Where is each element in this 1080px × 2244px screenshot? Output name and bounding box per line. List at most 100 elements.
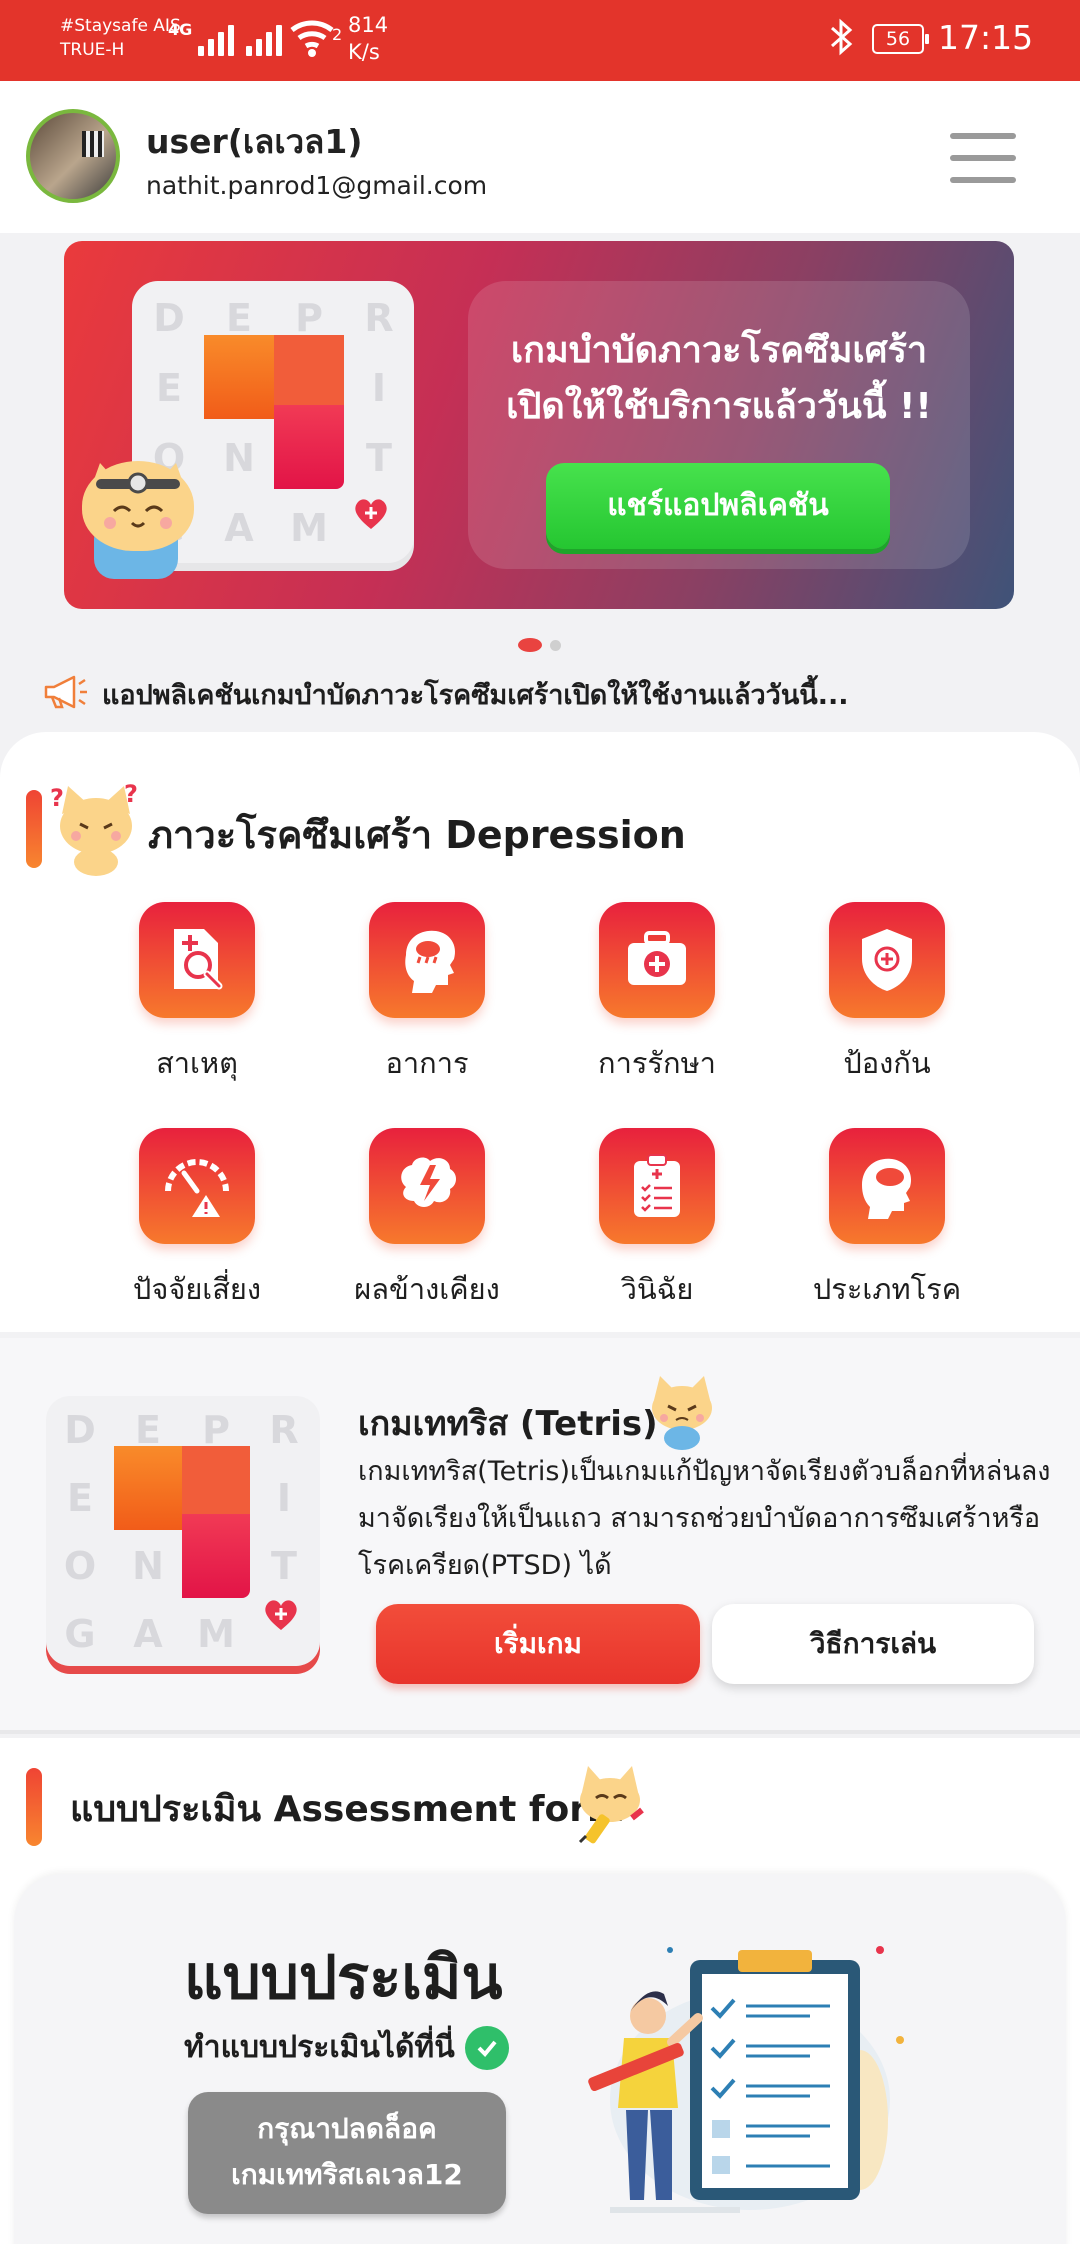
assessment-section: แบบประเมิน Assessment form แบบประเมิน ทำ… — [0, 1738, 1080, 2244]
document-search-icon — [139, 902, 255, 1018]
clipboard-person-illustration — [580, 1920, 920, 2224]
tetris-block — [204, 335, 274, 419]
section-title: ภาวะโรคซึมเศร้า Depression — [148, 813, 686, 857]
tetris-block — [182, 1514, 250, 1598]
board-letter: I — [276, 1476, 292, 1520]
depression-section: ? ? ภาวะโรคซึมเศร้า Depression สาเหตุ อา… — [0, 732, 1080, 1332]
topic-risk-factors[interactable]: ปัจจัยเสี่ยง — [82, 1128, 312, 1312]
carousel-dot[interactable] — [550, 639, 561, 651]
tetris-block — [274, 335, 344, 405]
topic-diagnosis[interactable]: วินิฉัย — [542, 1128, 772, 1312]
assessment-subtitle-text: ทำแบบประเมินได้ที่นี่ — [184, 2030, 455, 2065]
unlock-line-2: เกมเททริสเลเวล12 — [231, 2158, 463, 2191]
hamburger-menu-icon[interactable] — [950, 133, 1016, 183]
board-letter: N — [132, 1544, 164, 1588]
promo-banner[interactable]: MAGTNOIERPED เกมบำบัดภาวะโรคซึมเศร้า เปิ… — [64, 241, 1014, 609]
crying-cat-icon — [646, 1372, 718, 1456]
topic-label: ปัจจัยเสี่ยง — [132, 1272, 262, 1306]
head-storm-icon — [369, 902, 485, 1018]
megaphone-icon — [42, 674, 88, 714]
banner-title-line-2: เปิดให้ใช้บริการแล้ววันนี้ !! — [506, 386, 932, 427]
banner-panel: เกมบำบัดภาวะโรคซึมเศร้า เปิดให้ใช้บริการ… — [468, 281, 970, 569]
unlock-assessment-button[interactable]: กรุณาปลดล็อค เกมเททริสเลเวล12 — [188, 2092, 506, 2214]
topic-label: อาการ — [385, 1046, 469, 1080]
cat-doctor-icon — [82, 461, 194, 551]
board-letter: D — [64, 1408, 96, 1452]
status-bar: #Staysafe AIS TRUE-H 4G 2 814 K/s 56 17:… — [0, 0, 1080, 81]
topic-label: ผลข้างเคียง — [354, 1272, 500, 1306]
board-letter: I — [371, 366, 387, 410]
topic-label: วินิฉัย — [620, 1272, 694, 1306]
share-app-button[interactable]: แชร์แอปพลิเคชัน — [546, 463, 890, 549]
board-letter: R — [269, 1408, 299, 1452]
app-header: user(เลเวล1) nathit.panrod1@gmail.com — [0, 81, 1080, 233]
topic-symptoms[interactable]: อาการ — [312, 902, 542, 1086]
heart-hand-icon — [256, 1592, 306, 1646]
svg-text:?: ? — [124, 780, 138, 808]
board-letter: E — [156, 366, 182, 410]
confused-cat-icon: ? ? — [50, 780, 142, 880]
wifi-badge: 2 — [332, 25, 342, 44]
board-letter: T — [366, 436, 392, 480]
battery-icon: 56 — [872, 24, 929, 54]
topic-treatment[interactable]: การรักษา — [542, 902, 772, 1086]
signal-icon — [246, 20, 282, 56]
topic-label: ประเภทโรค — [812, 1272, 962, 1306]
how-to-play-button[interactable]: วิธีการเล่น — [712, 1604, 1034, 1684]
section-title: แบบประเมิน Assessment form — [70, 1789, 625, 1830]
start-game-button[interactable]: เริ่มเกม — [376, 1604, 700, 1684]
board-letter: D — [153, 296, 185, 340]
topic-disease-types[interactable]: ประเภทโรค — [772, 1128, 1002, 1312]
head-cloud-icon — [829, 1128, 945, 1244]
network-type: 4G — [168, 20, 193, 39]
board-letter: E — [67, 1476, 93, 1520]
tetris-block — [274, 405, 344, 489]
user-name: user(เลเวล1) — [146, 122, 363, 161]
carrier-line-1: #Staysafe AIS — [60, 16, 181, 36]
battery-level: 56 — [885, 28, 911, 50]
board-letter: T — [271, 1544, 297, 1588]
carousel-dot-active[interactable] — [518, 638, 542, 652]
clipboard-checklist-icon — [599, 1128, 715, 1244]
writing-cat-icon — [572, 1762, 652, 1850]
board-letter: M — [290, 506, 328, 550]
brain-lightning-icon — [369, 1128, 485, 1244]
game-title: เกมเททริส (Tetris) — [358, 1404, 658, 1444]
speed-value: 814 — [348, 13, 389, 37]
board-letter: A — [224, 506, 254, 550]
assessment-subtitle: ทำแบบประเมินได้ที่นี่ — [184, 2024, 509, 2071]
carrier-line-2: TRUE-H — [60, 40, 125, 60]
carousel-indicator[interactable] — [518, 638, 561, 652]
board-letter: G — [64, 1612, 96, 1656]
announcement-bar[interactable]: แอปพลิเคชันเกมบำบัดภาวะโรคซึมเศร้าเปิดให… — [42, 670, 849, 718]
carrier-info: #Staysafe AIS TRUE-H — [60, 14, 181, 62]
topic-side-effects[interactable]: ผลข้างเคียง — [312, 1128, 542, 1312]
section-accent-bar — [26, 790, 42, 868]
user-email: nathit.panrod1@gmail.com — [146, 171, 488, 200]
gauge-warning-icon — [139, 1128, 255, 1244]
topic-label: การรักษา — [598, 1046, 716, 1080]
assessment-title: แบบประเมิน — [184, 1943, 503, 2013]
game-description: เกมเททริส(Tetris)เป็นเกมแก้ปัญหาจัดเรียง… — [358, 1456, 1051, 1581]
wifi-icon: 2 — [288, 16, 342, 64]
shield-icon — [829, 902, 945, 1018]
tetris-block — [114, 1446, 184, 1530]
board-letter: M — [197, 1612, 235, 1656]
banner-title: เกมบำบัดภาวะโรคซึมเศร้า เปิดให้ใช้บริการ… — [468, 323, 970, 435]
tetris-board-illustration: MAGTNOIERPED — [46, 1396, 320, 1666]
check-circle-icon — [464, 2025, 509, 2070]
clock: 17:15 — [938, 18, 1034, 57]
svg-text:?: ? — [50, 784, 64, 812]
avatar[interactable] — [26, 109, 120, 203]
section-accent-bar — [26, 1768, 42, 1846]
assessment-card[interactable]: แบบประเมิน ทำแบบประเมินได้ที่นี่ กรุณาปล… — [14, 1874, 1066, 2244]
bluetooth-icon — [826, 18, 856, 64]
tetris-game-card: MAGTNOIERPED เกมเททริส (Tetris) เกมเททริ… — [0, 1338, 1080, 1734]
speed-unit: K/s — [348, 40, 380, 64]
topic-cause[interactable]: สาเหตุ — [82, 902, 312, 1086]
banner-title-line-1: เกมบำบัดภาวะโรคซึมเศร้า — [510, 330, 928, 371]
topic-prevention[interactable]: ป้องกัน — [772, 902, 1002, 1086]
depression-topic-grid: สาเหตุ อาการ การรักษา ป้องกัน ปัจจัยเสี่… — [82, 902, 1002, 1312]
board-letter: R — [364, 296, 394, 340]
announcement-text: แอปพลิเคชันเกมบำบัดภาวะโรคซึมเศร้าเปิดให… — [102, 679, 849, 711]
